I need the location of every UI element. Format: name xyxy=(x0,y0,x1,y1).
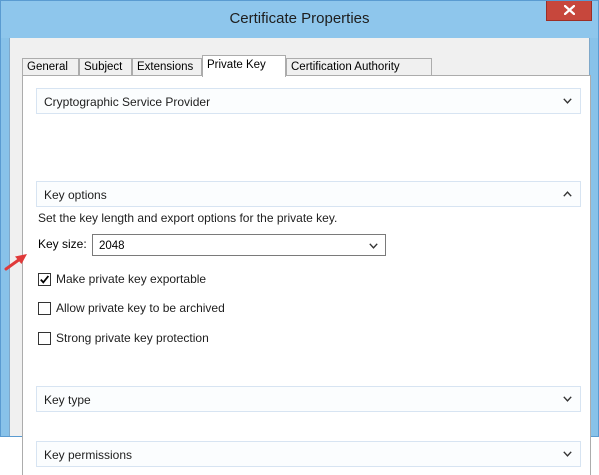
private-key-tab-panel: Cryptographic Service Provider Key optio… xyxy=(22,75,591,475)
close-button[interactable] xyxy=(546,1,592,21)
checkbox-label: Allow private key to be archived xyxy=(56,301,225,315)
tab-subject[interactable]: Subject xyxy=(79,58,132,76)
checkbox-label: Make private key exportable xyxy=(56,272,207,286)
certificate-properties-window: Certificate Properties General Subject E… xyxy=(0,0,599,475)
annotation-arrow-icon xyxy=(4,254,27,271)
window-title: Certificate Properties xyxy=(229,10,370,27)
tab-extensions[interactable]: Extensions xyxy=(132,58,202,76)
section-label: Key options xyxy=(44,188,107,202)
chevron-up-icon xyxy=(563,191,572,197)
section-key-type[interactable]: Key type xyxy=(36,386,581,412)
chevron-down-icon xyxy=(369,243,378,249)
key-size-label: Key size: xyxy=(38,237,87,251)
checkbox-label: Strong private key protection xyxy=(56,331,209,345)
chevron-down-icon xyxy=(563,451,572,457)
section-label: Key type xyxy=(44,393,91,407)
section-key-permissions[interactable]: Key permissions xyxy=(36,441,581,467)
tab-general[interactable]: General xyxy=(22,58,79,76)
make-exportable-checkbox[interactable] xyxy=(38,273,51,286)
section-label: Key permissions xyxy=(44,448,133,462)
close-icon xyxy=(564,5,575,15)
dialog-client-area: General Subject Extensions Private Key C… xyxy=(9,38,591,475)
tab-certification-authority[interactable]: Certification Authority xyxy=(286,58,432,76)
section-key-options[interactable]: Key options xyxy=(36,181,581,207)
key-options-description: Set the key length and export options fo… xyxy=(38,211,338,225)
section-label: Cryptographic Service Provider xyxy=(44,95,211,109)
chevron-down-icon xyxy=(563,396,572,402)
key-size-value: 2048 xyxy=(99,240,125,252)
strong-protection-checkbox[interactable] xyxy=(38,332,51,345)
tab-private-key[interactable]: Private Key xyxy=(202,55,286,77)
key-size-dropdown[interactable]: 2048 xyxy=(92,234,386,256)
allow-archive-checkbox[interactable] xyxy=(38,302,51,315)
section-cryptographic-service-provider[interactable]: Cryptographic Service Provider xyxy=(36,88,581,114)
title-bar[interactable]: Certificate Properties xyxy=(1,1,598,38)
checkmark-icon xyxy=(40,275,50,284)
chevron-down-icon xyxy=(563,98,572,104)
